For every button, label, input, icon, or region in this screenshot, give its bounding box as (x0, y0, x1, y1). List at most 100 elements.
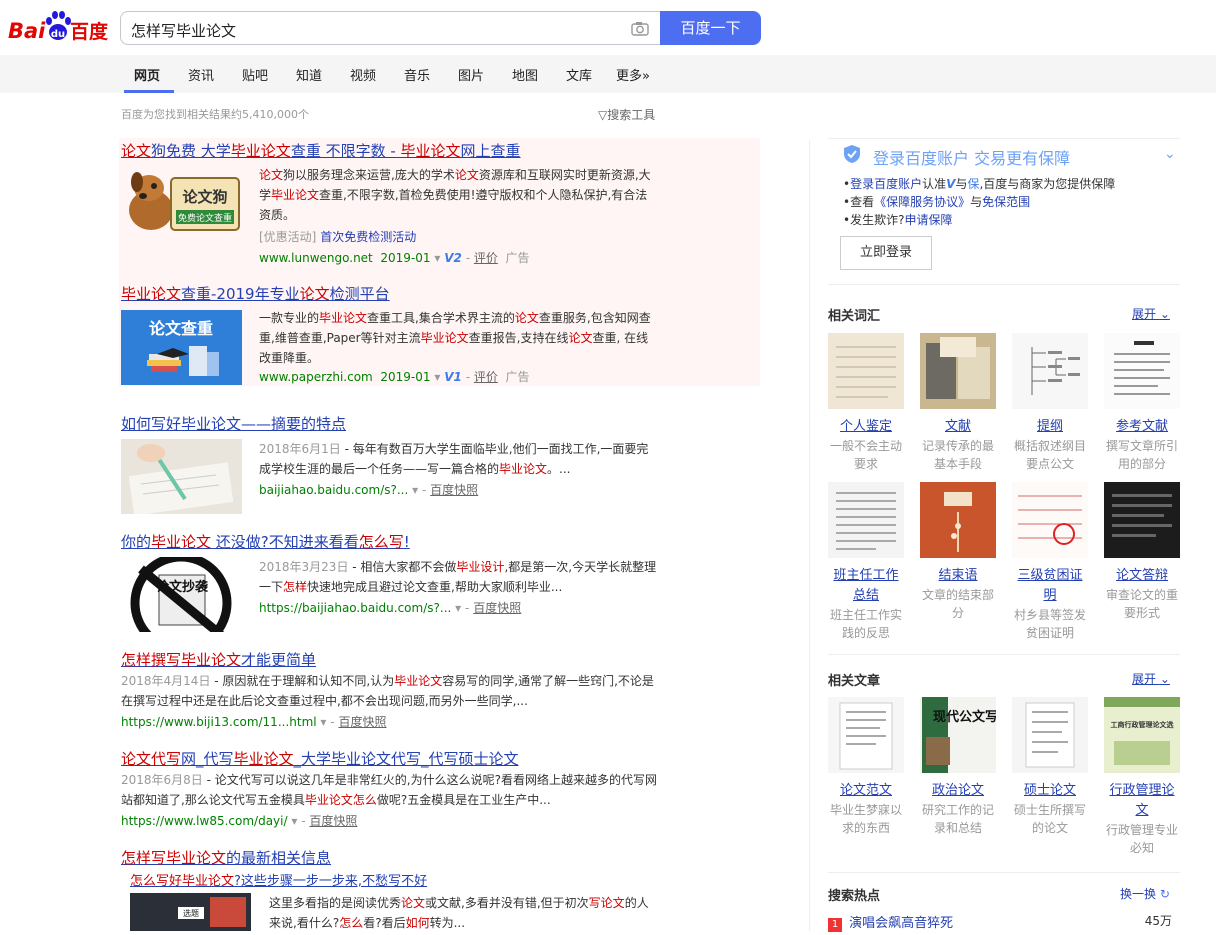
camera-icon[interactable] (630, 19, 650, 39)
result-title-1[interactable]: 论文狗免费 大学毕业论文查重 不限字数 - 毕业论文网上查重 (121, 140, 521, 161)
baidu-logo[interactable]: Bai du 百度 (8, 8, 114, 44)
hot-search-title: 演唱会飙高音猝死 (849, 916, 954, 931)
related-word-item[interactable]: 论文答辩 审查论文的重要形式 (1104, 482, 1180, 622)
svg-text:现代公文写作: 现代公文写作 (933, 709, 996, 725)
result-title-2[interactable]: 毕业论文查重-2019年专业论文检测平台 (121, 283, 390, 304)
snapshot-link[interactable]: 百度快照 (473, 601, 521, 615)
filter-icon: ▽ (598, 108, 608, 122)
related-word-item[interactable]: 参考文献 撰写文章所引用的部分 (1104, 333, 1180, 473)
related-word-item[interactable]: 班主任工作总结 班主任工作实践的反思 (828, 482, 904, 642)
tab-music[interactable]: 音乐 (404, 65, 430, 84)
promo-link[interactable]: 首次免费检测活动 (320, 230, 416, 244)
result-url-1[interactable]: www.lunwengo.net 2019-01 ▾ V2 - 评价 广告 (259, 249, 530, 266)
chevron-down-icon[interactable]: ⌄ (1164, 146, 1176, 162)
result-count: 百度为您找到相关结果约5,410,000个 (121, 108, 309, 121)
tab-news[interactable]: 资讯 (188, 65, 214, 84)
result-title-3[interactable]: 如何写好毕业论文——摘要的特点 (121, 413, 346, 434)
result-desc-5: 2018年4月14日 - 原因就在于理解和认知不同,认为毕业论文容易写的同学,通… (121, 674, 654, 708)
tab-map[interactable]: 地图 (512, 65, 538, 84)
result-title-5[interactable]: 怎样撰写毕业论文才能更简单 (121, 649, 316, 670)
result-desc-7: 这里多看指的是阅读优秀论文或文献,多看并没有错,但于初次写论文的人来说,看什么?… (269, 896, 649, 930)
result-thumb-4[interactable]: 论文抄袭 (121, 552, 242, 654)
hot-search-item[interactable]: 1 演唱会飙高音猝死 45万 (828, 912, 1180, 932)
related-word-item[interactable]: 结束语 文章的结束部分 (920, 482, 996, 622)
related-word-item[interactable]: 提纲 概括叙述纲目要点公文 (1012, 333, 1088, 473)
result-thumb-2[interactable]: 论文查重 (121, 310, 242, 385)
related-article-item[interactable]: 现代公文写作 政治论文 研究工作的记录和总结 (920, 697, 1011, 837)
dropdown-icon: ▾ (412, 483, 419, 497)
tab-wenku[interactable]: 文库 (566, 65, 592, 84)
tab-tieba[interactable]: 贴吧 (242, 65, 268, 84)
agreement-link[interactable]: 《保障服务协议》 (874, 195, 970, 209)
tab-zhidao[interactable]: 知道 (296, 65, 322, 84)
result-thumb-3[interactable] (121, 439, 242, 516)
svg-text:论文查重: 论文查重 (149, 319, 213, 338)
dropdown-icon: ▾ (291, 814, 298, 828)
hot-search-count: 45万 (1144, 914, 1172, 928)
result-url-4[interactable]: https://baijiahao.baidu.com/s?... ▾ - 百度… (259, 599, 521, 616)
v-icon: V (946, 177, 956, 191)
related-word-item[interactable]: 个人鉴定 一般不会主动要求 (828, 333, 904, 473)
result-desc-1: 论文狗以服务理念来运营,庞大的学术论文资源库和互联网实时更新资源,大学毕业论文查… (259, 168, 651, 222)
result-url-5[interactable]: https://www.biji13.com/11...html ▾ - 百度快… (121, 713, 386, 730)
dropdown-icon: ▾ (455, 601, 462, 615)
chevron-down-icon: ⌄ (1159, 307, 1170, 321)
login-button[interactable]: 立即登录 (840, 236, 932, 270)
ad-label: 广告 (505, 370, 530, 384)
tab-video[interactable]: 视频 (350, 65, 376, 84)
related-word-item[interactable]: 三级贫困证明 村乡县等签发贫困证明 (1012, 482, 1088, 642)
review-link[interactable]: 评价 (474, 251, 498, 265)
snapshot-link[interactable]: 百度快照 (430, 483, 478, 497)
snapshot-link[interactable]: 百度快照 (338, 715, 386, 729)
result-title-7[interactable]: 怎样写毕业论文的最新相关信息 (121, 847, 331, 868)
chevron-down-icon: ⌄ (1159, 672, 1170, 686)
result-title-6[interactable]: 论文代写网_代写毕业论文_大学毕业论文代写_代写硕士论文 (121, 748, 519, 769)
tab-web[interactable]: 网页 (134, 65, 160, 84)
snapshot-link[interactable]: 百度快照 (309, 814, 357, 828)
result-desc-4: 2018年3月23日 - 相信大家都不会做毕业设计,都是第一次,今天学长就整理一… (259, 560, 657, 594)
sidebar-sep-2 (828, 654, 1180, 655)
shield-icon (843, 144, 861, 168)
related-article-item[interactable]: 论文范文 毕业生梦寐以求的东西 (828, 697, 904, 837)
dropdown-icon: ▾ (434, 251, 441, 265)
v-badge: V1 (444, 370, 462, 384)
exemption-link[interactable]: 免保范围 (982, 195, 1030, 209)
review-link[interactable]: 评价 (474, 370, 498, 384)
result-url-3[interactable]: baijiahao.baidu.com/s?... ▾ - 百度快照 (259, 481, 478, 498)
news-subtitle[interactable]: 怎么写好毕业论文?这些步骤一步一步来,不愁写不好 (130, 870, 427, 889)
result-desc-6: 2018年6月8日 - 论文代写可以说这几年是非常红火的,为什么这么说呢?看看网… (121, 773, 657, 807)
related-articles-heading: 相关文章 (828, 674, 881, 689)
refresh-icon: ↻ (1159, 887, 1170, 901)
related-article-item[interactable]: 工商行政管理论文选 行政管理论文 行政管理专业必知 (1104, 697, 1180, 857)
result-url-2[interactable]: www.paperzhi.com 2019-01 ▾ V1 - 评价 广告 (259, 368, 530, 385)
search-tools-label: 搜索工具 (607, 108, 656, 122)
login-account-link[interactable]: 登录百度账户 (850, 177, 922, 191)
apply-protection-link[interactable]: 申请保障 (904, 213, 952, 227)
search-tools-button[interactable]: ▽搜索工具 (598, 106, 655, 123)
login-banner-title[interactable]: 登录百度账户 交易更有保障 (873, 145, 1070, 169)
search-input[interactable] (129, 18, 613, 42)
logo-bai: Bai (8, 19, 46, 43)
svg-text:免费论文查重: 免费论文查重 (178, 212, 232, 224)
related-word-item[interactable]: 文献 记录传承的最基本手段 (920, 333, 996, 473)
related-words-expand[interactable]: 展开 ⌄ (1132, 305, 1170, 322)
related-articles-expand[interactable]: 展开 ⌄ (1132, 670, 1170, 687)
logo-du: du (51, 29, 65, 40)
refresh-button[interactable]: 换一换 ↻ (1120, 885, 1170, 902)
result-url-6[interactable]: https://www.lw85.com/dayi/ ▾ - 百度快照 (121, 812, 357, 829)
related-article-item[interactable]: 硕士论文 硕士生所撰写的论文 (1012, 697, 1088, 837)
login-line-3: •发生欺诈?申请保障 (843, 213, 953, 227)
paw-icon: du (46, 11, 71, 40)
tab-more[interactable]: 更多» (616, 65, 650, 84)
related-words-heading: 相关词汇 (828, 309, 881, 324)
result-thumb-7[interactable]: 选题 (130, 893, 251, 931)
result-thumb-1[interactable]: 论文狗 免费论文查重 (121, 166, 242, 242)
result-desc-3: 2018年6月1日 - 每年有数百万大学生面临毕业,他们一面找工作,一面要完成学… (259, 442, 649, 476)
search-button[interactable]: 百度一下 (660, 11, 761, 45)
result-title-4[interactable]: 你的毕业论文 还没做?不知进来看看怎么写! (121, 531, 410, 552)
sidebar-top-line (828, 138, 1180, 139)
result-promo-1: [优惠活动] 首次免费检测活动 (259, 230, 417, 244)
svg-text:选题: 选题 (183, 908, 199, 918)
tab-images[interactable]: 图片 (458, 65, 484, 84)
hot-search-heading: 搜索热点 (828, 889, 881, 904)
